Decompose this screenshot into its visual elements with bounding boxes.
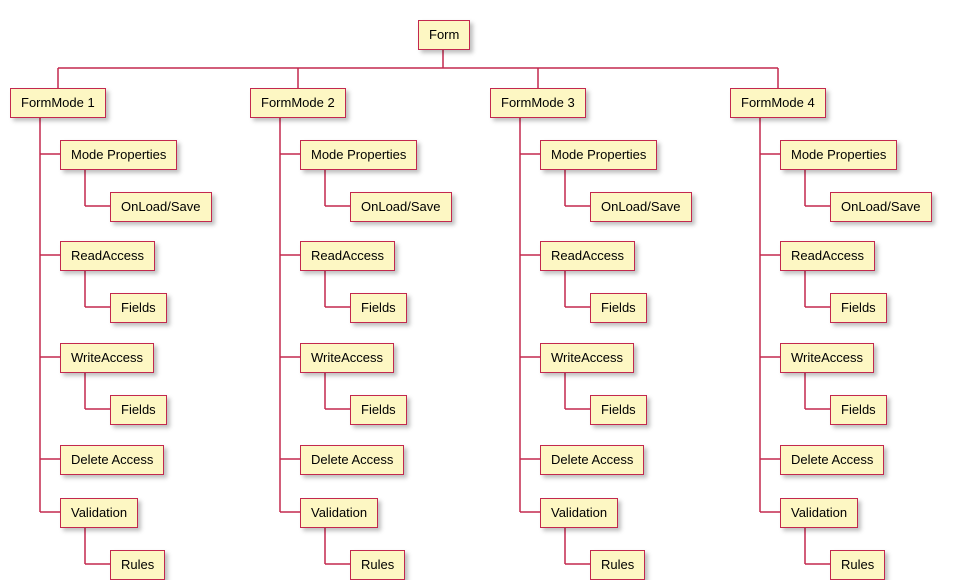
mode-4-child-2: ReadAccess	[780, 241, 875, 271]
mode-1-child-1-sub: OnLoad/Save	[110, 192, 212, 222]
mode-3-child-5-sub: Rules	[590, 550, 645, 580]
mode-2-child-5-sub: Rules	[350, 550, 405, 580]
mode-2-child-1-sub: OnLoad/Save	[350, 192, 452, 222]
mode-4-child-1: Mode Properties	[780, 140, 897, 170]
mode-3-child-2: ReadAccess	[540, 241, 635, 271]
mode-3-child-5: Validation	[540, 498, 618, 528]
mode-4-child-3-sub: Fields	[830, 395, 887, 425]
mode-1-child-2-sub: Fields	[110, 293, 167, 323]
mode-1-child-3-sub: Fields	[110, 395, 167, 425]
mode-3-child-1-sub: OnLoad/Save	[590, 192, 692, 222]
mode-3-child-1: Mode Properties	[540, 140, 657, 170]
mode-2-child-3: WriteAccess	[300, 343, 394, 373]
mode-4-child-3: WriteAccess	[780, 343, 874, 373]
mode-1-child-3: WriteAccess	[60, 343, 154, 373]
mode-4-child-5: Validation	[780, 498, 858, 528]
mode-4-child-2-sub: Fields	[830, 293, 887, 323]
mode-4-child-5-sub: Rules	[830, 550, 885, 580]
mode-2-child-2: ReadAccess	[300, 241, 395, 271]
mode-4-child-1-sub: OnLoad/Save	[830, 192, 932, 222]
mode-3-child-3: WriteAccess	[540, 343, 634, 373]
mode-3-child-2-sub: Fields	[590, 293, 647, 323]
mode-1-child-2: ReadAccess	[60, 241, 155, 271]
mode-2-child-1: Mode Properties	[300, 140, 417, 170]
mode-2-child-4: Delete Access	[300, 445, 404, 475]
mode-3-child-3-sub: Fields	[590, 395, 647, 425]
mode-1-child-5-sub: Rules	[110, 550, 165, 580]
mode-2-child-3-sub: Fields	[350, 395, 407, 425]
mode-2-child-5: Validation	[300, 498, 378, 528]
mode-3-child-4: Delete Access	[540, 445, 644, 475]
root-node: Form	[418, 20, 470, 50]
diagram-canvas: Form FormMode 1 Mode Properties OnLoad/Save…	[0, 0, 968, 578]
connectors-layer	[0, 0, 968, 578]
mode-4: FormMode 4	[730, 88, 826, 118]
mode-1: FormMode 1	[10, 88, 106, 118]
mode-2-child-2-sub: Fields	[350, 293, 407, 323]
mode-3: FormMode 3	[490, 88, 586, 118]
mode-4-child-4: Delete Access	[780, 445, 884, 475]
mode-1-child-1: Mode Properties	[60, 140, 177, 170]
mode-1-child-4: Delete Access	[60, 445, 164, 475]
mode-2: FormMode 2	[250, 88, 346, 118]
mode-1-child-5: Validation	[60, 498, 138, 528]
